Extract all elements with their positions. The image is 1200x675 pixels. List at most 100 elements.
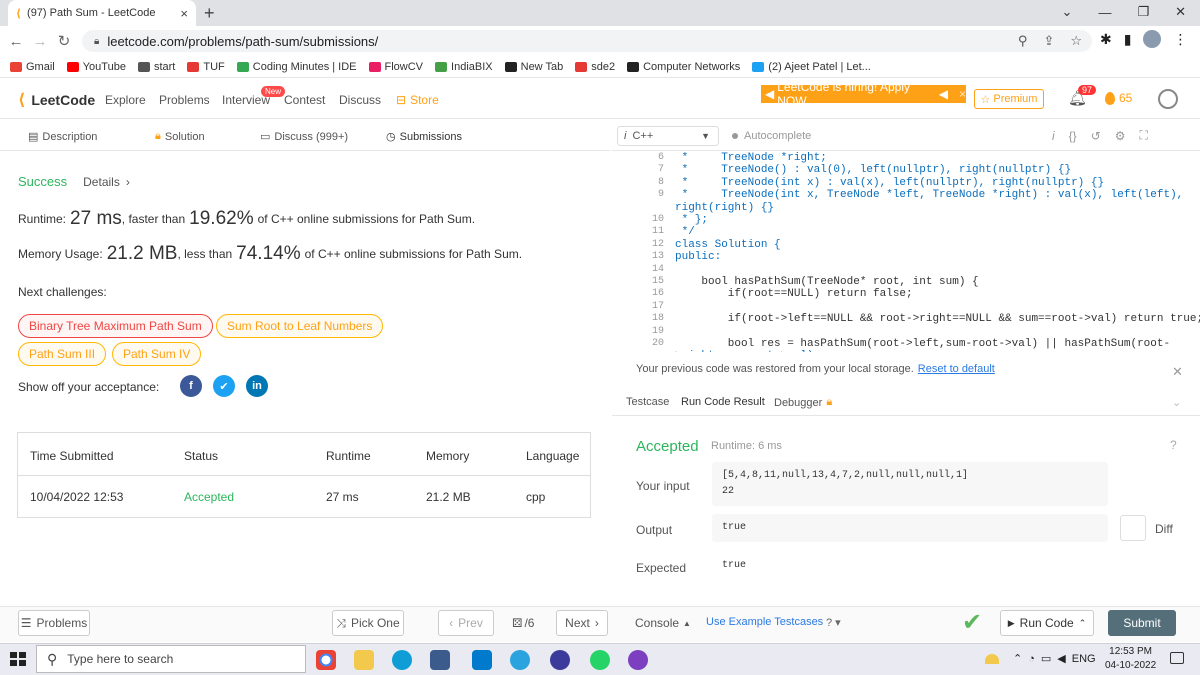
premium-button[interactable]: ☆ Premium [974, 89, 1044, 109]
challenge-binary-tree-max-path-sum[interactable]: Binary Tree Maximum Path Sum [18, 314, 213, 338]
chrome-taskbar-icon[interactable] [316, 650, 336, 670]
address-bar[interactable]: 🔒︎ leetcode.com/problems/path-sum/submis… [82, 30, 1092, 52]
share-icon[interactable]: ⇪ [1043, 33, 1054, 49]
tab-description[interactable]: ▤ Description [28, 130, 97, 144]
bookmark-item[interactable]: sde2 [575, 61, 615, 73]
settings-gear-icon[interactable]: ⚙ [1115, 129, 1126, 143]
close-tab-icon[interactable]: × [180, 6, 188, 21]
battery-icon[interactable]: ▭ [1041, 652, 1051, 665]
collapse-chevron-icon[interactable]: ⌄ [1172, 396, 1181, 409]
tab-discuss[interactable]: ▭ Discuss (999+) [260, 130, 348, 144]
vscode-icon[interactable] [472, 650, 492, 670]
close-notice-icon[interactable]: ✕ [1172, 364, 1183, 380]
chrome-menu-icon[interactable]: ⋮ [1173, 31, 1187, 48]
nav-discuss[interactable]: Discuss [339, 93, 381, 107]
maximize-icon[interactable]: ❐ [1137, 4, 1149, 20]
taskbar-clock[interactable]: 12:53 PM 04-10-2022 [1105, 645, 1156, 673]
language-indicator[interactable]: ENG [1072, 653, 1096, 665]
close-window-icon[interactable]: ✕ [1175, 4, 1186, 20]
bookmark-item[interactable]: Gmail [10, 61, 55, 73]
browser-tab-title: (97) Path Sum - LeetCode [27, 7, 156, 19]
bookmark-item[interactable]: FlowCV [368, 61, 423, 73]
streak-counter[interactable]: 65 [1105, 91, 1132, 105]
language-select[interactable]: i C++ ▼ [617, 126, 719, 146]
linkedin-icon[interactable]: in [246, 375, 268, 397]
facebook-icon[interactable]: f [180, 375, 202, 397]
whatsapp-icon[interactable] [590, 650, 610, 670]
notifications-icon[interactable] [1170, 652, 1184, 664]
code-editor[interactable]: 6 * TreeNode *right; 7 * TreeNode() : val… [612, 152, 1200, 352]
use-example-testcases-link[interactable]: Use Example Testcases [706, 616, 823, 628]
bookmark-item[interactable]: (2) Ajeet Patel | Let... [752, 61, 871, 73]
twitter-icon[interactable]: ✔ [213, 375, 235, 397]
zoom-icon[interactable]: ⚲ [1018, 33, 1028, 49]
hiring-banner[interactable]: ◀ LeetCode is hiring! Apply NOW. ◀ × [761, 80, 966, 108]
volume-icon[interactable]: ◀︎ [1057, 652, 1065, 665]
bookmark-star-icon[interactable]: ☆ [1070, 33, 1082, 49]
autocomplete-toggle[interactable]: Autocomplete [732, 130, 811, 142]
edge-icon[interactable] [392, 650, 412, 670]
file-explorer-icon[interactable] [354, 650, 374, 670]
forward-icon[interactable]: → [28, 33, 52, 50]
help-icon[interactable]: ? [1170, 438, 1177, 452]
diff-toggle[interactable] [1120, 515, 1146, 541]
telegram-icon[interactable] [510, 650, 530, 670]
eclipse-icon[interactable] [550, 650, 570, 670]
challenge-path-sum-iv[interactable]: Path Sum IV [112, 342, 202, 366]
bookmark-item[interactable]: YouTube [66, 61, 126, 73]
reset-default-link[interactable]: Reset to default [918, 363, 995, 375]
problems-button[interactable]: ☰ Problems [18, 610, 90, 636]
tab-testcase[interactable]: Testcase [626, 396, 669, 408]
pick-one-button[interactable]: ⤨ Pick One [332, 610, 404, 636]
bookmark-item[interactable]: TUF [187, 61, 225, 73]
next-button[interactable]: Next › [556, 610, 608, 636]
tab-submissions[interactable]: ◷ Submissions [386, 130, 462, 144]
photos-icon[interactable] [430, 650, 450, 670]
code-line: >right,sum-root->val); [675, 350, 820, 352]
wifi-icon[interactable]: ◔ [1028, 653, 1035, 665]
run-code-button[interactable]: ▶ Run Code ⌃ [1000, 610, 1094, 636]
bookmark-item[interactable]: IndiaBIX [435, 61, 493, 73]
extensions-puzzle-icon[interactable]: ✱ [1100, 31, 1112, 48]
bookmark-item[interactable]: Coding Minutes | IDE [236, 61, 357, 73]
browser-tab[interactable]: ⟨ (97) Path Sum - LeetCode × [8, 0, 196, 26]
prev-button[interactable]: ‹ Prev [438, 610, 494, 636]
nav-explore[interactable]: Explore [105, 93, 146, 107]
console-toggle[interactable]: Console ▲ [635, 616, 691, 630]
reload-icon[interactable]: ↻ [52, 32, 76, 50]
back-icon[interactable]: ← [4, 33, 28, 50]
github-icon[interactable] [628, 650, 648, 670]
testcase-help-icon[interactable]: ? ▾ [826, 616, 841, 629]
tab-solution[interactable]: 🔒︎ Solution [155, 130, 205, 143]
bookmark-item[interactable]: Computer Networks [627, 61, 740, 73]
user-avatar[interactable] [1158, 89, 1178, 109]
nav-store[interactable]: ⊟ Store [396, 93, 439, 107]
fullscreen-icon[interactable]: ⛶ [1140, 128, 1148, 143]
submit-button[interactable]: Submit [1108, 610, 1176, 636]
weather-icon[interactable] [985, 653, 999, 664]
info-icon[interactable]: i [1052, 129, 1055, 143]
tray-chevron-icon[interactable]: ⌃ [1013, 652, 1022, 665]
challenge-sum-root-to-leaf[interactable]: Sum Root to Leaf Numbers [216, 314, 384, 338]
tab-debugger[interactable]: Debugger 🔒︎ [774, 396, 832, 409]
new-tab-icon[interactable]: + [204, 3, 215, 24]
page-indicator[interactable]: ⚄ /6 [512, 616, 534, 630]
minimize-icon[interactable]: — [1098, 5, 1111, 20]
leetcode-logo[interactable]: ⟨ LeetCode [18, 90, 95, 110]
taskbar-search[interactable]: ⚲ Type here to search [36, 645, 306, 673]
challenge-path-sum-iii[interactable]: Path Sum III [18, 342, 107, 366]
bookmark-item[interactable]: start [137, 61, 175, 73]
nav-problems[interactable]: Problems [159, 93, 210, 107]
details-link[interactable]: Details › [83, 175, 130, 189]
profile-avatar-icon[interactable] [1143, 30, 1162, 48]
sidebar-icon[interactable]: ▮ [1124, 31, 1132, 48]
hiring-close-icon[interactable]: × [959, 87, 966, 101]
cell-status-link[interactable]: Accepted [184, 490, 234, 504]
bookmark-item[interactable]: New Tab [504, 61, 563, 73]
nav-contest[interactable]: Contest [284, 93, 325, 107]
tab-run-code-result[interactable]: Run Code Result [681, 396, 765, 408]
braces-icon[interactable]: {} [1069, 129, 1077, 143]
windows-start-icon[interactable] [10, 652, 26, 666]
tab-search-icon[interactable]: ⌄ [1062, 4, 1073, 20]
reset-icon[interactable]: ↺ [1091, 129, 1101, 143]
